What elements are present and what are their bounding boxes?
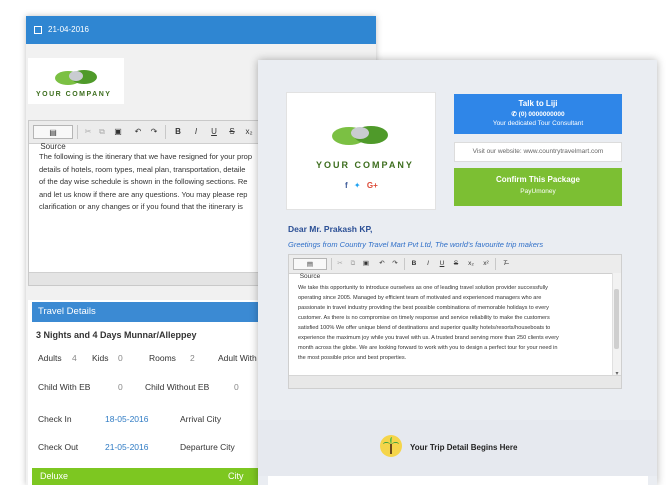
superscript-button[interactable]: x² (481, 258, 491, 270)
talk-title: Talk to Liji (518, 99, 558, 108)
child-without-eb-value: 0 (234, 382, 239, 392)
underline-button[interactable]: U (209, 125, 219, 139)
subscript-button[interactable]: x₂ (466, 258, 476, 270)
palm-tree-icon (380, 435, 402, 457)
phone-icon: ✆ (511, 111, 519, 118)
header-date: 21-04-2016 (48, 25, 89, 34)
kids-value: 0 (118, 353, 123, 363)
check-out-label: Check Out (38, 442, 79, 452)
greeting-line: Greetings from Country Travel Mart Pvt L… (288, 240, 544, 249)
strike-button[interactable]: S (227, 125, 237, 139)
payumoney-logo: PayUmoney (520, 188, 556, 195)
talk-phone: ✆ (0) 0000000000 (511, 111, 565, 118)
redo-icon[interactable]: ↷ (391, 258, 399, 270)
logo-text: YOUR COMPANY (36, 91, 112, 98)
trip-detail-body (268, 476, 648, 485)
website-link[interactable]: Visit our website: www.countrytravelmart… (454, 142, 622, 162)
paste-icon[interactable]: ▣ (362, 258, 370, 270)
greeting-name: Dear Mr. Prakash KP, (288, 224, 373, 234)
undo-icon[interactable]: ↶ (378, 258, 386, 270)
check-in-date[interactable]: 18-05-2016 (105, 414, 148, 424)
copy-icon[interactable]: ⧉ (97, 125, 107, 139)
check-out-date[interactable]: 21-05-2016 (105, 442, 148, 452)
confirm-title: Confirm This Package (495, 175, 581, 184)
editor-scrollbar[interactable]: ▾ (612, 273, 621, 377)
rooms-label: Rooms (149, 353, 176, 363)
talk-subtitle: Your dedicated Tour Consultant (492, 120, 584, 127)
social-icons: f ✦ G+ (345, 181, 378, 190)
source-button[interactable]: ▤ Source (293, 258, 327, 280)
logo-mark-icon (332, 126, 388, 145)
child-with-eb-label: Child With EB (38, 382, 91, 392)
adults-value: 4 (72, 353, 77, 363)
front-intro-editor[interactable]: ▤ Source ✂ ⧉ ▣ ↶ ↷ B I U S x₂ x² T̶ We t… (288, 254, 622, 389)
italic-button[interactable]: I (424, 258, 432, 270)
underline-button[interactable]: U (438, 258, 446, 270)
check-in-label: Check In (38, 414, 72, 424)
scrollbar-thumb[interactable] (614, 289, 619, 349)
adult-with-label: Adult With (218, 353, 257, 363)
arrival-city-label: Arrival City (180, 414, 222, 424)
deluxe-city-label: City (228, 471, 244, 481)
remove-format-button[interactable]: T̶ (500, 258, 510, 270)
front-window: YOUR COMPANY f ✦ G+ Talk to Liji ✆ (0) 0… (258, 60, 657, 485)
adults-label: Adults (38, 353, 62, 363)
editor-resize-bar[interactable] (289, 375, 621, 388)
google-plus-icon[interactable]: G+ (367, 181, 378, 190)
paste-icon[interactable]: ▣ (113, 125, 123, 139)
company-logo: YOUR COMPANY (28, 58, 124, 104)
facebook-icon[interactable]: f (345, 181, 348, 190)
calendar-icon (34, 26, 42, 34)
redo-icon[interactable]: ↷ (149, 125, 159, 139)
front-logo-card: YOUR COMPANY f ✦ G+ (286, 92, 436, 210)
twitter-icon[interactable]: ✦ (354, 181, 361, 190)
trip-heading: Your Trip Detail Begins Here (410, 443, 518, 452)
italic-button[interactable]: I (191, 125, 201, 139)
logo-text: YOUR COMPANY (316, 160, 414, 170)
cut-icon[interactable]: ✂ (83, 125, 93, 139)
talk-to-consultant-button[interactable]: Talk to Liji ✆ (0) 0000000000 Your dedic… (454, 94, 622, 134)
departure-city-label: Departure City (180, 442, 235, 452)
bold-button[interactable]: B (410, 258, 418, 270)
kids-label: Kids (92, 353, 109, 363)
confirm-package-button[interactable]: Confirm This Package PayUmoney (454, 168, 622, 206)
rooms-value: 2 (190, 353, 195, 363)
undo-icon[interactable]: ↶ (133, 125, 143, 139)
editor-toolbar: ▤ Source ✂ ⧉ ▣ ↶ ↷ B I U S x₂ x² T̶ (289, 255, 621, 280)
child-without-eb-label: Child Without EB (145, 382, 210, 392)
cut-icon[interactable]: ✂ (336, 258, 344, 270)
package-title: 3 Nights and 4 Days Munnar/Alleppey (36, 330, 197, 340)
deluxe-label: Deluxe (40, 471, 69, 481)
strike-button[interactable]: S (452, 258, 460, 270)
intro-text: We take this opportunity to introduce ou… (298, 285, 559, 361)
logo-mark-icon (55, 70, 97, 85)
back-header-bar: 21-04-2016 (26, 16, 376, 44)
bold-button[interactable]: B (173, 125, 183, 139)
source-button[interactable]: ▤ Source (33, 125, 73, 151)
copy-icon[interactable]: ⧉ (349, 258, 357, 270)
subscript-button[interactable]: x₂ (243, 125, 255, 139)
child-with-eb-value: 0 (118, 382, 123, 392)
